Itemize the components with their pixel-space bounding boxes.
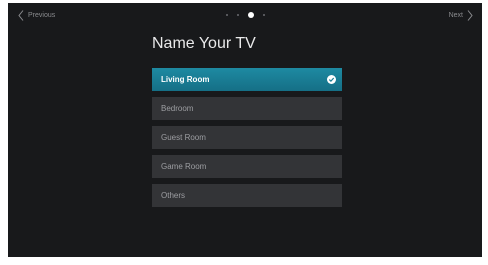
next-button[interactable]: Next (449, 8, 473, 22)
option-living-room[interactable]: Living Room (152, 68, 342, 91)
option-label: Others (161, 191, 186, 200)
page-dot (225, 14, 228, 16)
option-bedroom[interactable]: Bedroom (152, 97, 342, 120)
page-dot-active (247, 12, 254, 18)
option-others[interactable]: Others (152, 184, 342, 207)
page-title: Name Your TV (152, 35, 256, 52)
option-label: Guest Room (161, 133, 206, 142)
chevron-right-icon (467, 9, 473, 21)
page-dot (236, 14, 239, 16)
option-label: Living Room (161, 75, 210, 84)
option-label: Bedroom (161, 104, 194, 113)
next-label: Next (448, 11, 463, 19)
option-guest-room[interactable]: Guest Room (152, 126, 342, 149)
page-indicator (8, 12, 482, 18)
tv-setup-screen: Previous Next Name Your TV Living Room B… (8, 3, 482, 257)
page-dot (262, 14, 265, 16)
screen-frame: Previous Next Name Your TV Living Room B… (0, 0, 488, 265)
tv-name-options: Living Room Bedroom Guest Room Game Room… (152, 68, 342, 213)
option-label: Game Room (161, 162, 207, 171)
check-circle-icon (327, 75, 336, 84)
option-game-room[interactable]: Game Room (152, 155, 342, 178)
